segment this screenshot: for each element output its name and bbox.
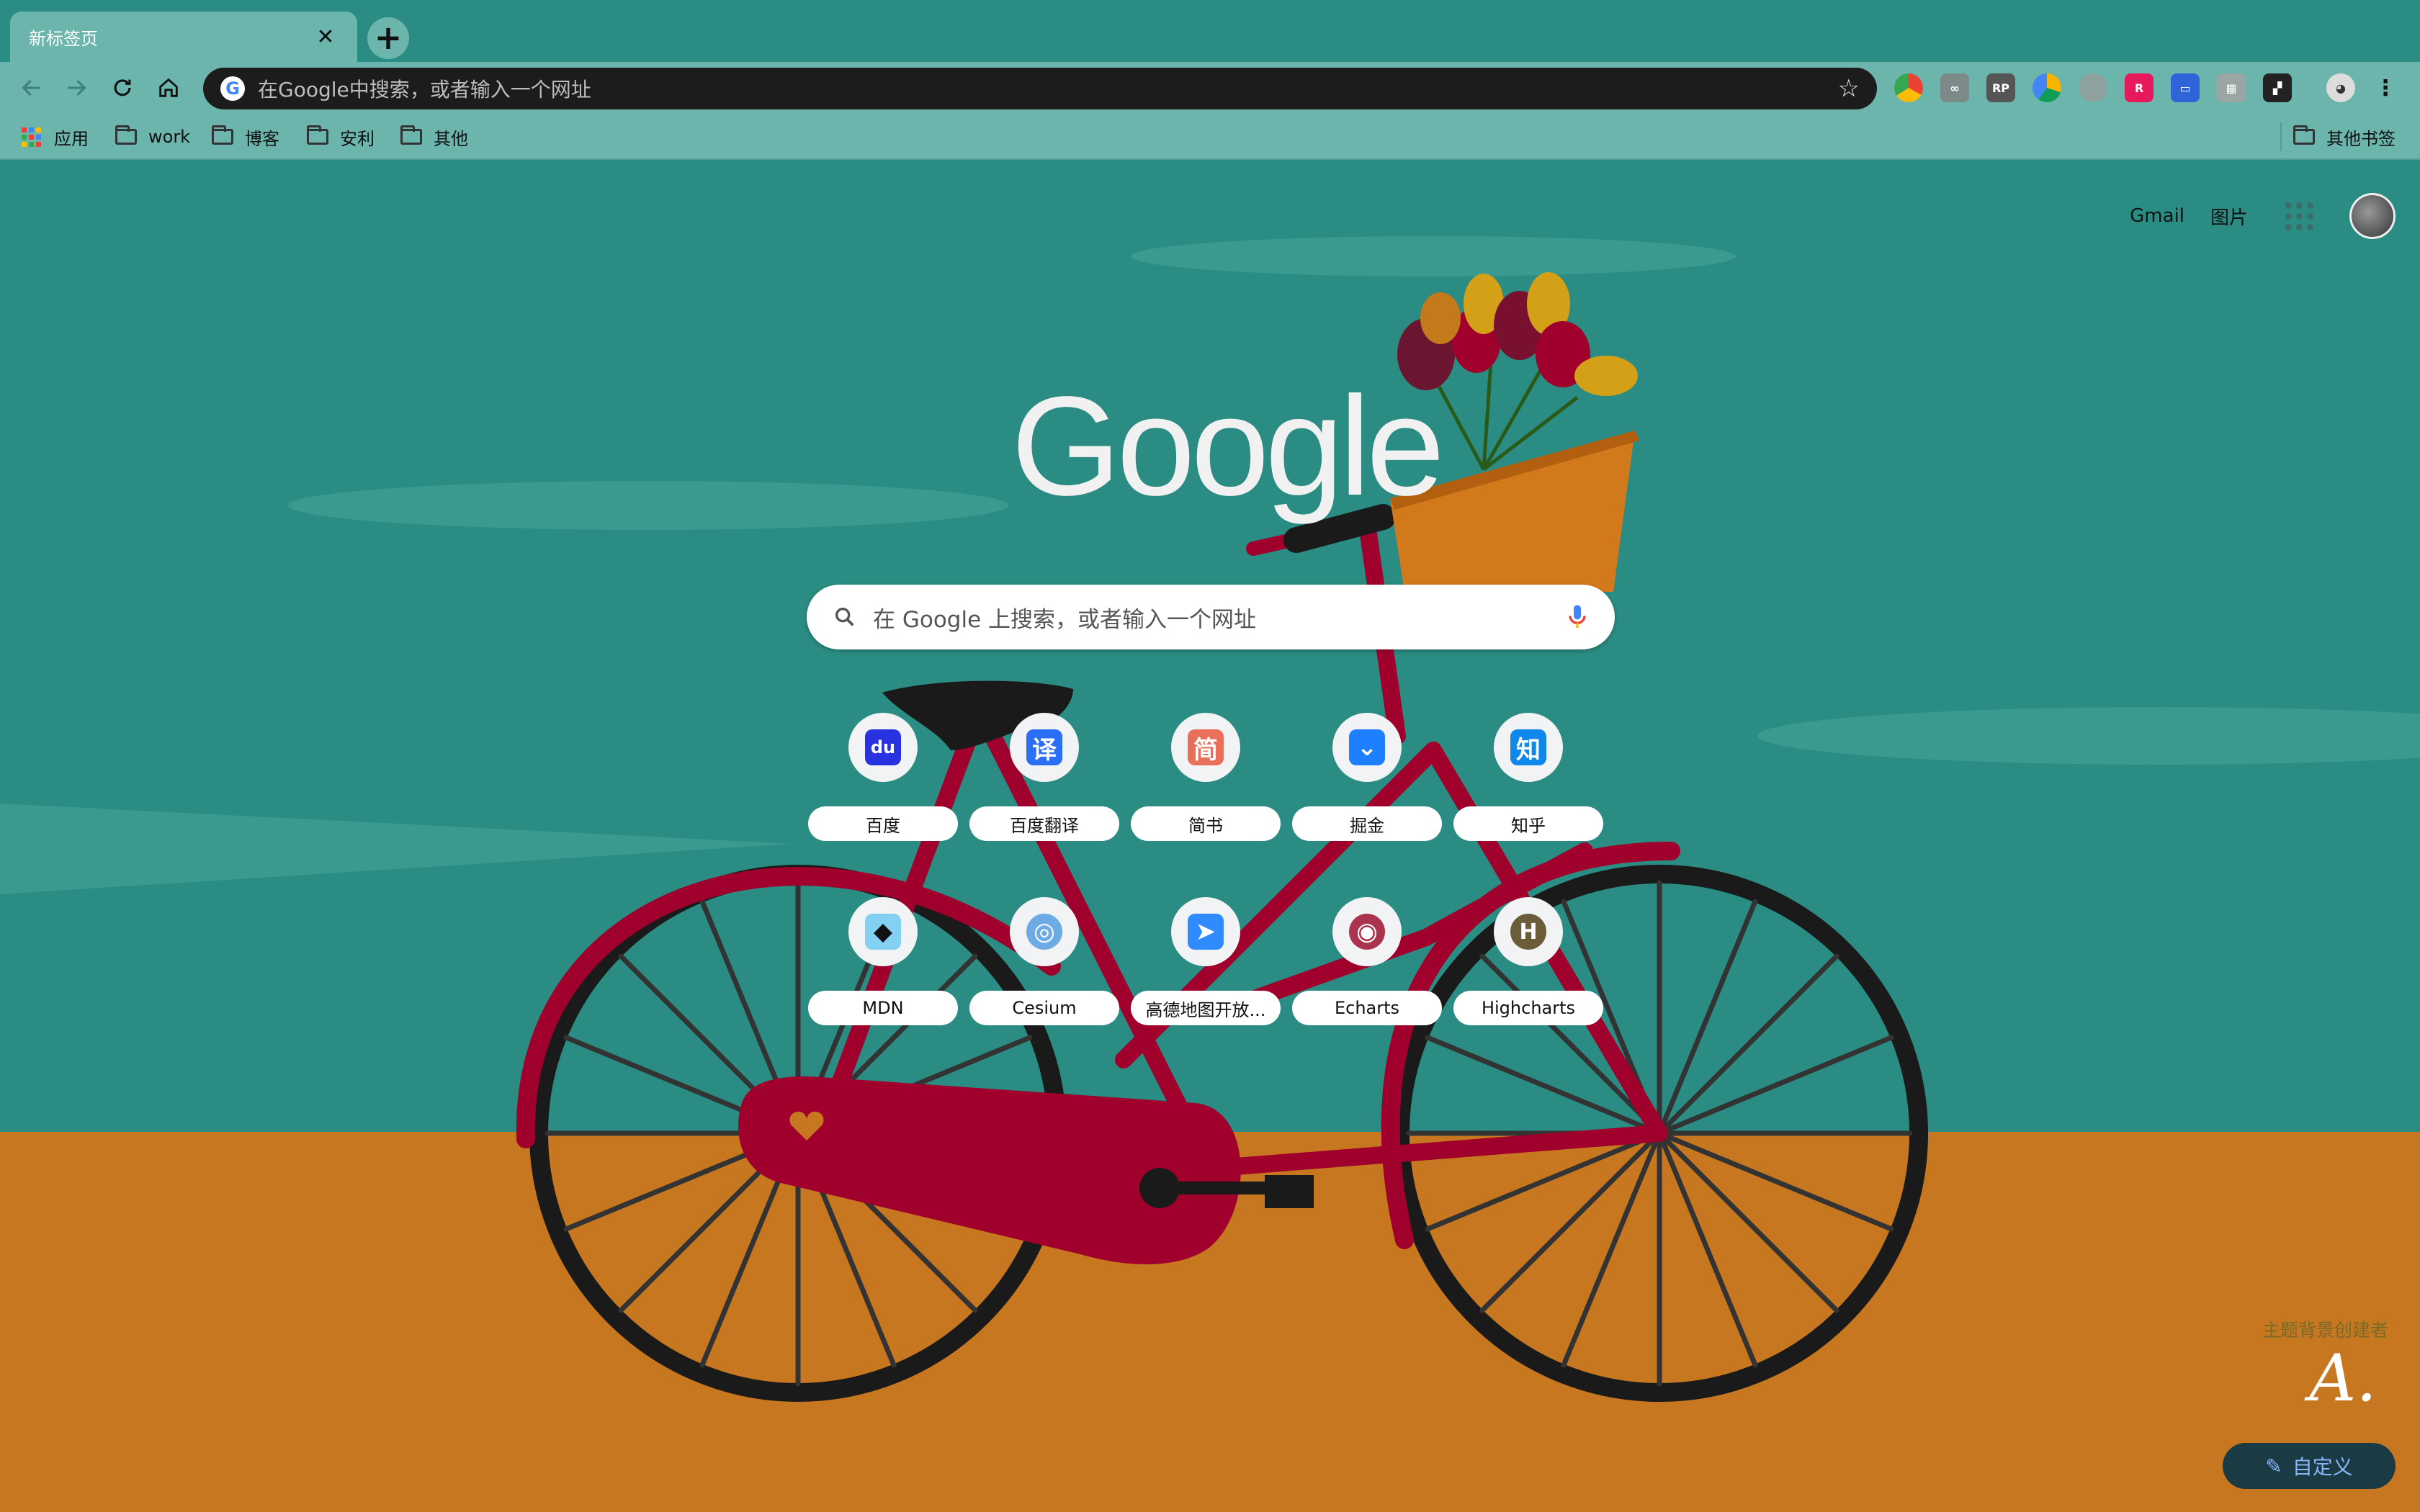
arrow-right-icon [68, 79, 86, 96]
apps-launcher-icon[interactable] [2285, 202, 2313, 230]
bookmarks-bar: 应用 work 博客 安利 其他 其他书签 [0, 114, 2420, 160]
bookmark-star-icon[interactable]: ☆ [1838, 74, 1860, 103]
folder-icon [307, 125, 328, 145]
ntp-search-placeholder: 在 Google 上搜索，或者输入一个网址 [873, 606, 1257, 633]
bookmark-other-bookmarks[interactable]: 其他书签 [2280, 122, 2396, 151]
chrome-icon[interactable] [1894, 73, 1923, 102]
folder-icon [115, 125, 137, 145]
back-button[interactable] [10, 68, 53, 108]
search-icon [835, 607, 854, 626]
google-g-icon: G [220, 76, 245, 101]
bookmark-label: 其他 [434, 128, 468, 149]
bookmark-folder-anli[interactable]: 安利 [307, 122, 375, 151]
ntp-search-box[interactable]: 在 Google 上搜索，或者输入一个网址 [807, 585, 1615, 649]
dark-icon[interactable]: ▞ [2263, 73, 2292, 102]
other-bookmarks-label: 其他书签 [2326, 128, 2396, 149]
shortcut-label: MDN [808, 991, 958, 1025]
shortcut-label: 掘金 [1292, 806, 1442, 841]
bookmark-label: work [148, 127, 191, 147]
menu-kebab-icon[interactable]: ⋮ [2371, 73, 2400, 102]
theme-credit[interactable]: 主题背景创建者 [2262, 1316, 2388, 1342]
apps-grid-icon [22, 127, 41, 147]
new-tab-page: Gmail 图片 Google 在 Google 上搜索，或者输入一个网址 du… [0, 160, 2420, 1512]
folder-icon [2293, 125, 2315, 145]
zhihu-icon: 知 [1494, 713, 1563, 782]
arrow-left-icon [22, 79, 40, 96]
customize-label: 自定义 [2292, 1455, 2353, 1479]
theme-creator-signature: A. [2309, 1341, 2377, 1416]
gmail-link[interactable]: Gmail [2130, 205, 2184, 227]
customize-button[interactable]: ✎ 自定义 [2223, 1443, 2396, 1489]
close-icon[interactable]: ✕ [313, 24, 339, 50]
shortcut-label: 百度翻译 [969, 806, 1119, 841]
shortcut-mdn[interactable]: ◆ MDN [804, 884, 958, 1050]
bookmark-folder-blog[interactable]: 博客 [212, 122, 279, 151]
toolbar: G 在Google中搜索，或者输入一个网址 ☆ ∞ RP R ▭ ▦ ▞ ◕ ⋮ [0, 62, 2420, 114]
gray-icon[interactable]: ▦ [2217, 73, 2246, 102]
omnibox-placeholder: 在Google中搜索，或者输入一个网址 [258, 78, 591, 102]
tab-strip: 新标签页 ✕ + [0, 0, 2420, 62]
google-logo: Google [1011, 367, 1445, 525]
account-avatar[interactable] [2349, 193, 2396, 239]
bookmark-label: 博客 [245, 128, 279, 149]
profile-icon[interactable]: ◕ [2326, 73, 2355, 102]
eyes-icon[interactable]: ∞ [1940, 73, 1969, 102]
bookmark-folder-work[interactable]: work [115, 122, 190, 151]
blue-icon[interactable]: ▭ [2171, 73, 2200, 102]
baidu-icon: du [848, 713, 918, 782]
browser-chrome: 新标签页 ✕ + G 在Google中搜索，或者输入一个网址 ☆ ∞ RP R … [0, 0, 2420, 160]
shortcut-cesium[interactable]: ◎ Cesium [965, 884, 1119, 1050]
shortcut-label: Echarts [1292, 991, 1442, 1025]
cesium-icon: ◎ [1010, 897, 1079, 966]
reload-icon [114, 79, 131, 96]
shortcut-label: Cesium [969, 991, 1119, 1025]
shortcut-amap[interactable]: ➤ 高德地图开放... [1126, 884, 1281, 1050]
bookmark-apps-label: 应用 [54, 128, 89, 149]
images-link[interactable]: 图片 [2210, 203, 2248, 230]
bookmark-apps[interactable]: 应用 [22, 122, 89, 151]
forward-button[interactable] [55, 68, 98, 108]
bookmark-folder-other[interactable]: 其他 [400, 122, 468, 151]
new-tab-button[interactable]: + [367, 17, 409, 59]
juejin-icon: ⌄ [1332, 713, 1402, 782]
home-icon [159, 78, 178, 97]
highcharts-icon: H [1494, 897, 1563, 966]
red-icon[interactable]: R [2125, 73, 2154, 102]
shortcut-baidu[interactable]: du 百度 [804, 700, 958, 865]
rp-icon[interactable]: RP [1986, 73, 2015, 102]
folder-icon [212, 125, 233, 145]
shortcut-highcharts[interactable]: H Highcharts [1449, 884, 1603, 1050]
shortcut-zhihu[interactable]: 知 知乎 [1449, 700, 1603, 865]
microphone-icon [1569, 605, 1586, 628]
pencil-icon: ✎ [2265, 1454, 2282, 1478]
color-icon[interactable] [2033, 73, 2061, 102]
tab-title: 新标签页 [29, 28, 98, 49]
shortcut-label: Highcharts [1453, 991, 1603, 1025]
shortcut-echarts[interactable]: ◉ Echarts [1288, 884, 1442, 1050]
bookmark-label: 安利 [340, 128, 375, 149]
jianshu-icon: 简 [1171, 713, 1240, 782]
echarts-icon: ◉ [1332, 897, 1402, 966]
shield-icon[interactable] [2079, 73, 2107, 102]
tab-new-tab[interactable]: 新标签页 ✕ [10, 12, 357, 62]
shortcut-baidu-translate[interactable]: 译 百度翻译 [965, 700, 1119, 865]
home-button[interactable] [147, 68, 190, 108]
shortcut-label: 百度 [808, 806, 958, 841]
shortcut-label: 知乎 [1453, 806, 1603, 841]
shortcut-label: 高德地图开放... [1131, 991, 1281, 1025]
reload-button[interactable] [101, 68, 144, 108]
mdn-icon: ◆ [848, 897, 918, 966]
translate-icon: 译 [1010, 713, 1079, 782]
omnibox[interactable]: G 在Google中搜索，或者输入一个网址 ☆ [203, 68, 1877, 109]
shortcut-juejin[interactable]: ⌄ 掘金 [1288, 700, 1442, 865]
amap-icon: ➤ [1171, 897, 1240, 966]
ntp-top-nav: Gmail 图片 [2104, 193, 2396, 239]
shortcut-jianshu[interactable]: 简 简书 [1126, 700, 1281, 865]
folder-icon [400, 125, 422, 145]
shortcut-label: 简书 [1131, 806, 1281, 841]
